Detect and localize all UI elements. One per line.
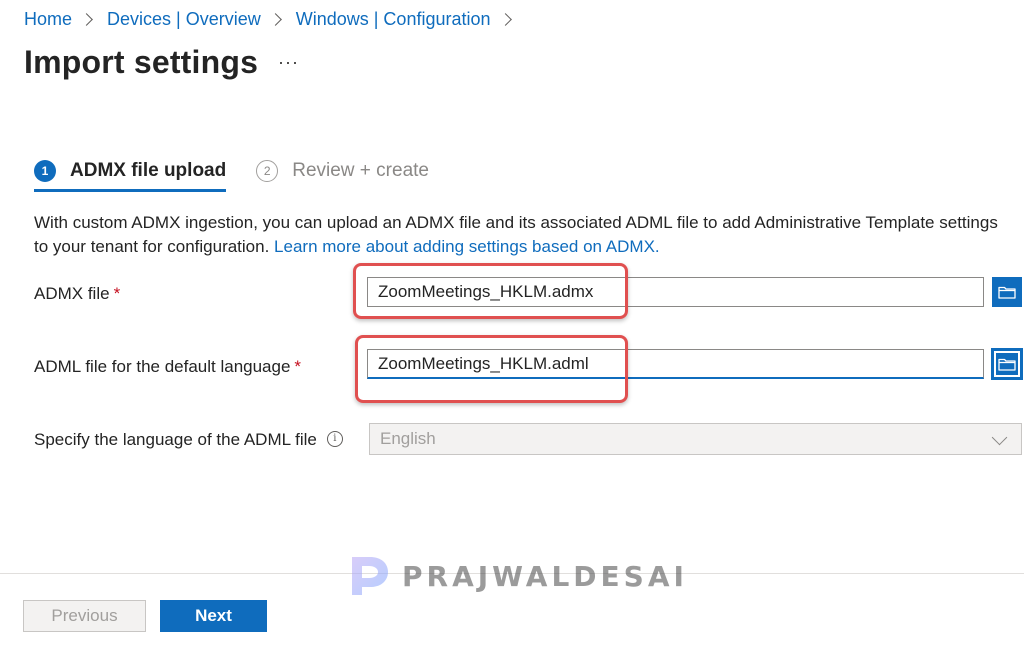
folder-icon [998,358,1016,371]
description-line-1: With custom ADMX ingestion, you can uplo… [34,213,998,232]
watermark-text: PRAJWALDESAI [402,559,688,593]
more-options-button[interactable]: ··· [278,52,299,73]
step-admx-file-upload[interactable]: 1 ADMX file upload [34,156,227,192]
page-title: Import settings [24,44,259,80]
breadcrumb-windows-configuration[interactable]: Windows | Configuration [296,9,491,30]
wizard-steps: 1 ADMX file upload 2 Review + create [34,156,429,192]
breadcrumb: Home Devices | Overview Windows | Config… [24,9,526,30]
chevron-right-icon [268,13,282,26]
adml-file-label-text: ADML file for the default language [34,357,291,376]
step-label: ADMX file upload [70,160,227,181]
previous-button[interactable]: Previous [23,600,146,632]
chevron-right-icon [80,13,93,26]
adml-language-label-text: Specify the language of the ADML file [34,430,317,449]
watermark: PRAJWALDESAI [348,553,688,599]
folder-icon [998,286,1016,299]
admx-file-input[interactable] [367,277,984,307]
step-number-badge: 2 [256,160,279,182]
breadcrumb-devices-overview[interactable]: Devices | Overview [107,9,261,30]
language-select-value: English [380,429,436,448]
admx-file-label-text: ADMX file [34,284,110,303]
step-number-badge: 1 [34,160,56,182]
adml-language-label: Specify the language of the ADML file i [34,430,343,450]
chevron-right-icon [498,13,512,26]
required-marker: * [294,357,302,376]
info-icon[interactable]: i [326,430,343,447]
adml-file-label: ADML file for the default language * [34,357,301,377]
required-marker: * [113,284,121,303]
step-label: Review + create [292,160,429,181]
adml-file-input[interactable] [367,349,984,379]
footer-divider [0,573,1024,574]
learn-more-link[interactable]: Learn more about adding settings based o… [274,237,660,256]
breadcrumb-home[interactable]: Home [24,9,72,30]
admx-file-label: ADMX file * [34,284,120,304]
chevron-down-icon [991,429,1008,446]
adml-browse-button[interactable] [992,349,1022,379]
language-select[interactable]: English [369,423,1022,455]
description-text: With custom ADMX ingestion, you can uplo… [34,211,1024,259]
step-review-create[interactable]: 2 Review + create [256,156,429,186]
next-button[interactable]: Next [160,600,267,632]
watermark-logo [352,557,388,595]
admx-browse-button[interactable] [992,277,1022,307]
description-line-2: to your tenant for configuration. [34,237,275,256]
